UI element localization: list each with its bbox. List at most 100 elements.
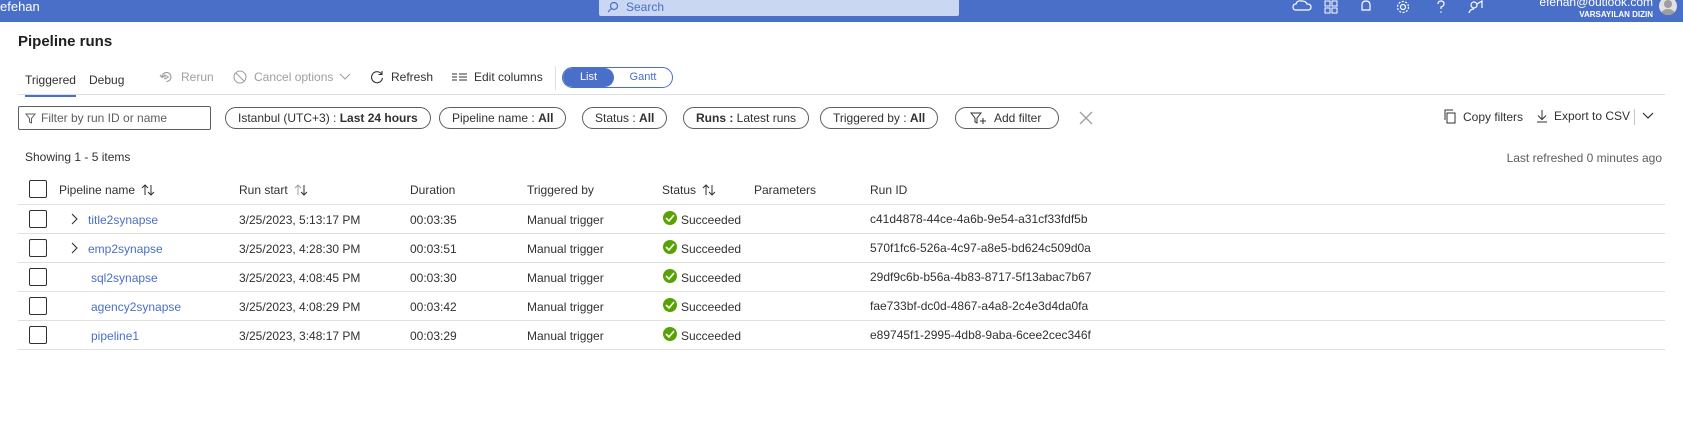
duration: 00:03:35 <box>410 213 457 227</box>
row-checkbox[interactable] <box>29 210 47 228</box>
list-view-option[interactable]: List <box>563 68 614 87</box>
refresh-icon <box>371 71 384 84</box>
table-row[interactable]: emp2synapse 3/25/2023, 4:28:30 PM 00:03:… <box>18 234 1665 263</box>
copy-filters-button[interactable]: Copy filters <box>1443 109 1523 124</box>
last-refreshed: Last refreshed 0 minutes ago <box>1506 151 1662 165</box>
table-row[interactable]: agency2synapse 3/25/2023, 4:08:29 PM 00:… <box>18 292 1665 321</box>
columns-icon <box>452 73 467 81</box>
pipeline-name-filter-value: All <box>538 111 554 125</box>
sort-icon <box>141 184 155 196</box>
column-parameters[interactable]: Parameters <box>754 183 816 197</box>
row-checkbox[interactable] <box>29 239 47 257</box>
tab-debug[interactable]: Debug <box>89 73 124 87</box>
row-checkbox[interactable] <box>29 297 47 315</box>
rerun-label: Rerun <box>181 70 214 84</box>
export-csv-label: Export to CSV <box>1554 109 1631 123</box>
tab-triggered[interactable]: Triggered <box>25 73 76 97</box>
pipeline-name-link[interactable]: pipeline1 <box>91 329 139 343</box>
help-icon[interactable] <box>1436 0 1452 16</box>
cancel-options-button[interactable]: Cancel options <box>233 70 351 84</box>
runs-filter-value: Latest runs <box>736 111 797 125</box>
copy-icon <box>1444 109 1456 124</box>
column-status[interactable]: Status <box>662 183 716 197</box>
pipeline-name-filter[interactable]: Pipeline name : All <box>439 107 567 129</box>
chevron-right-icon[interactable] <box>68 211 82 227</box>
chevron-down-icon[interactable] <box>1641 109 1655 123</box>
search-box[interactable]: Search <box>599 0 959 16</box>
status-text: Succeeded <box>681 213 742 227</box>
table-row[interactable]: pipeline1 3/25/2023, 3:48:17 PM 00:03:29… <box>18 321 1665 350</box>
duration: 00:03:30 <box>410 271 457 285</box>
edit-columns-label: Edit columns <box>474 70 543 84</box>
triggered-by-filter[interactable]: Triggered by : All <box>820 107 939 129</box>
cancel-icon <box>233 70 247 84</box>
run-start: 3/25/2023, 5:13:17 PM <box>239 213 361 227</box>
pipeline-name-link[interactable]: emp2synapse <box>88 242 163 256</box>
column-pipeline-name[interactable]: Pipeline name <box>59 183 155 197</box>
table-row[interactable]: sql2synapse 3/25/2023, 4:08:45 PM 00:03:… <box>18 263 1665 292</box>
run-id: 570f1fc6-526a-4c97-a8e5-bd624c509d0a <box>870 241 1091 255</box>
toolbar-divider-line <box>18 94 1665 95</box>
filter-search-input[interactable] <box>41 109 206 127</box>
pipeline-name-link[interactable]: agency2synapse <box>91 300 181 314</box>
edit-columns-button[interactable]: Edit columns <box>452 70 543 84</box>
avatar[interactable] <box>1659 0 1677 15</box>
cloud-shell-icon[interactable] <box>1292 0 1312 16</box>
search-placeholder: Search <box>626 0 665 14</box>
page-title: Pipeline runs <box>18 33 113 50</box>
run-start: 3/25/2023, 4:08:45 PM <box>239 271 361 285</box>
copy-filters-label: Copy filters <box>1463 109 1524 124</box>
status-filter[interactable]: Status : All <box>582 107 668 129</box>
view-toggle[interactable]: List Gantt <box>562 67 673 88</box>
chevron-right-icon[interactable] <box>68 240 82 256</box>
status-text: Succeeded <box>681 300 742 314</box>
table-header: Pipeline name Run start Duration Trigger… <box>18 174 1665 205</box>
triggered-by: Manual trigger <box>527 242 604 256</box>
status-text: Succeeded <box>681 242 742 256</box>
pipeline-name-link[interactable]: sql2synapse <box>91 271 158 285</box>
gear-icon[interactable] <box>1396 0 1412 16</box>
success-icon <box>663 298 677 312</box>
row-checkbox[interactable] <box>29 268 47 286</box>
directory-name: VARSAYILAN DIZIN <box>1579 10 1653 19</box>
user-account[interactable]: efehan@outlook.com VARSAYILAN DIZIN <box>1539 0 1653 21</box>
run-start: 3/25/2023, 4:28:30 PM <box>239 242 361 256</box>
time-range-value: Last 24 hours <box>339 111 418 125</box>
triggered-by-filter-value: All <box>909 111 926 125</box>
filter-search-box[interactable] <box>18 106 211 130</box>
run-id: c41d4878-44ce-4a6b-9e54-a31cf33fdf5b <box>870 212 1088 226</box>
brand-name: efehan <box>0 0 40 14</box>
rerun-button[interactable]: Rerun <box>159 70 214 84</box>
column-triggered-by[interactable]: Triggered by <box>527 183 594 197</box>
clear-filters-icon[interactable] <box>1079 111 1093 125</box>
success-icon <box>663 269 677 283</box>
add-filter-button[interactable]: Add filter <box>955 107 1059 129</box>
pipeline-name-link[interactable]: title2synapse <box>88 213 158 227</box>
bell-icon[interactable] <box>1360 0 1376 16</box>
duration: 00:03:51 <box>410 242 457 256</box>
table-row[interactable]: title2synapse 3/25/2023, 5:13:17 PM 00:0… <box>18 205 1665 234</box>
sort-icon <box>702 184 716 196</box>
run-id: fae733bf-dc0d-4867-a4a8-2c4e3d4da0fa <box>870 299 1089 313</box>
row-checkbox[interactable] <box>29 326 47 344</box>
add-filter-icon <box>970 112 986 124</box>
runs-filter[interactable]: Runs : Latest runs <box>683 107 810 129</box>
success-icon <box>663 240 677 254</box>
column-run-id[interactable]: Run ID <box>870 183 907 197</box>
feedback-icon[interactable] <box>1468 0 1484 16</box>
export-csv-button[interactable]: Export to CSV <box>1536 109 1630 123</box>
column-duration[interactable]: Duration <box>410 183 455 197</box>
run-start: 3/25/2023, 3:48:17 PM <box>239 329 361 343</box>
triggered-by: Manual trigger <box>527 213 604 227</box>
gantt-view-option[interactable]: Gantt <box>614 68 672 87</box>
directory-icon[interactable] <box>1324 0 1340 16</box>
triggered-by: Manual trigger <box>527 300 604 314</box>
filter-icon <box>25 113 36 124</box>
select-all-checkbox[interactable] <box>29 180 47 198</box>
top-bar: efehan Search efehan@outlook.com VARSAYI… <box>0 0 1683 22</box>
column-run-start[interactable]: Run start <box>239 183 308 197</box>
time-range-filter[interactable]: Istanbul (UTC+3) : Last 24 hours <box>225 107 431 129</box>
run-start: 3/25/2023, 4:08:29 PM <box>239 300 361 314</box>
sort-descending-icon <box>294 184 308 196</box>
refresh-button[interactable]: Refresh <box>370 70 433 84</box>
